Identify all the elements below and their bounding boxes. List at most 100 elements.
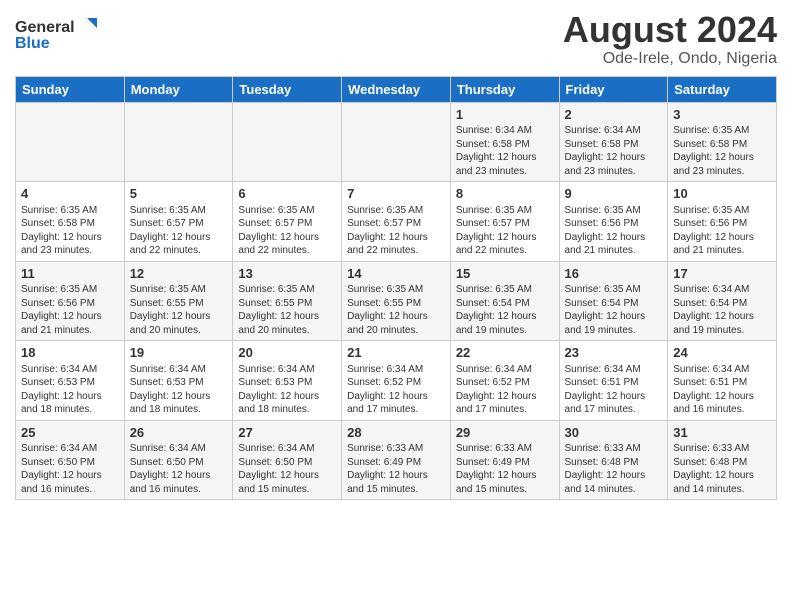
title-area: August 2024 Ode-Irele, Ondo, Nigeria bbox=[563, 10, 777, 68]
logo: General Blue bbox=[15, 10, 105, 55]
day-number: 7 bbox=[347, 185, 445, 203]
day-number: 28 bbox=[347, 424, 445, 442]
table-row: 20Sunrise: 6:34 AM Sunset: 6:53 PM Dayli… bbox=[233, 341, 342, 421]
day-number: 13 bbox=[238, 265, 336, 283]
table-row: 14Sunrise: 6:35 AM Sunset: 6:55 PM Dayli… bbox=[342, 261, 451, 341]
table-row bbox=[233, 102, 342, 182]
calendar-week-row: 11Sunrise: 6:35 AM Sunset: 6:56 PM Dayli… bbox=[16, 261, 777, 341]
day-info: Sunrise: 6:35 AM Sunset: 6:56 PM Dayligh… bbox=[673, 204, 771, 258]
table-row: 24Sunrise: 6:34 AM Sunset: 6:51 PM Dayli… bbox=[668, 341, 777, 421]
table-row: 30Sunrise: 6:33 AM Sunset: 6:48 PM Dayli… bbox=[559, 420, 668, 500]
calendar-header-row: Sunday Monday Tuesday Wednesday Thursday… bbox=[16, 76, 777, 102]
logo-svg: General Blue bbox=[15, 10, 105, 50]
table-row: 12Sunrise: 6:35 AM Sunset: 6:55 PM Dayli… bbox=[124, 261, 233, 341]
col-wednesday: Wednesday bbox=[342, 76, 451, 102]
table-row bbox=[124, 102, 233, 182]
day-number: 15 bbox=[456, 265, 554, 283]
day-info: Sunrise: 6:35 AM Sunset: 6:57 PM Dayligh… bbox=[347, 204, 445, 258]
day-number: 27 bbox=[238, 424, 336, 442]
col-tuesday: Tuesday bbox=[233, 76, 342, 102]
svg-text:General: General bbox=[15, 19, 75, 36]
table-row: 28Sunrise: 6:33 AM Sunset: 6:49 PM Dayli… bbox=[342, 420, 451, 500]
day-number: 26 bbox=[130, 424, 228, 442]
day-info: Sunrise: 6:35 AM Sunset: 6:57 PM Dayligh… bbox=[238, 204, 336, 258]
day-number: 21 bbox=[347, 344, 445, 362]
day-number: 4 bbox=[21, 185, 119, 203]
calendar-week-row: 18Sunrise: 6:34 AM Sunset: 6:53 PM Dayli… bbox=[16, 341, 777, 421]
day-info: Sunrise: 6:35 AM Sunset: 6:56 PM Dayligh… bbox=[565, 204, 663, 258]
day-info: Sunrise: 6:34 AM Sunset: 6:52 PM Dayligh… bbox=[456, 363, 554, 417]
day-number: 19 bbox=[130, 344, 228, 362]
day-number: 23 bbox=[565, 344, 663, 362]
col-saturday: Saturday bbox=[668, 76, 777, 102]
table-row: 19Sunrise: 6:34 AM Sunset: 6:53 PM Dayli… bbox=[124, 341, 233, 421]
month-title: August 2024 bbox=[563, 10, 777, 50]
table-row: 31Sunrise: 6:33 AM Sunset: 6:48 PM Dayli… bbox=[668, 420, 777, 500]
day-number: 8 bbox=[456, 185, 554, 203]
day-info: Sunrise: 6:35 AM Sunset: 6:54 PM Dayligh… bbox=[565, 283, 663, 337]
day-number: 2 bbox=[565, 106, 663, 124]
table-row: 11Sunrise: 6:35 AM Sunset: 6:56 PM Dayli… bbox=[16, 261, 125, 341]
day-info: Sunrise: 6:34 AM Sunset: 6:53 PM Dayligh… bbox=[130, 363, 228, 417]
location: Ode-Irele, Ondo, Nigeria bbox=[563, 50, 777, 68]
table-row: 16Sunrise: 6:35 AM Sunset: 6:54 PM Dayli… bbox=[559, 261, 668, 341]
table-row: 9Sunrise: 6:35 AM Sunset: 6:56 PM Daylig… bbox=[559, 182, 668, 262]
table-row: 23Sunrise: 6:34 AM Sunset: 6:51 PM Dayli… bbox=[559, 341, 668, 421]
calendar-week-row: 1Sunrise: 6:34 AM Sunset: 6:58 PM Daylig… bbox=[16, 102, 777, 182]
calendar-body: 1Sunrise: 6:34 AM Sunset: 6:58 PM Daylig… bbox=[16, 102, 777, 500]
table-row bbox=[16, 102, 125, 182]
table-row: 7Sunrise: 6:35 AM Sunset: 6:57 PM Daylig… bbox=[342, 182, 451, 262]
table-row bbox=[342, 102, 451, 182]
day-info: Sunrise: 6:35 AM Sunset: 6:57 PM Dayligh… bbox=[456, 204, 554, 258]
col-friday: Friday bbox=[559, 76, 668, 102]
day-number: 5 bbox=[130, 185, 228, 203]
day-info: Sunrise: 6:33 AM Sunset: 6:48 PM Dayligh… bbox=[673, 442, 771, 496]
table-row: 8Sunrise: 6:35 AM Sunset: 6:57 PM Daylig… bbox=[450, 182, 559, 262]
day-info: Sunrise: 6:34 AM Sunset: 6:51 PM Dayligh… bbox=[565, 363, 663, 417]
table-row: 18Sunrise: 6:34 AM Sunset: 6:53 PM Dayli… bbox=[16, 341, 125, 421]
day-info: Sunrise: 6:34 AM Sunset: 6:53 PM Dayligh… bbox=[21, 363, 119, 417]
page-header: General Blue August 2024 Ode-Irele, Ondo… bbox=[15, 10, 777, 68]
day-info: Sunrise: 6:35 AM Sunset: 6:55 PM Dayligh… bbox=[347, 283, 445, 337]
table-row: 2Sunrise: 6:34 AM Sunset: 6:58 PM Daylig… bbox=[559, 102, 668, 182]
day-number: 16 bbox=[565, 265, 663, 283]
day-number: 31 bbox=[673, 424, 771, 442]
day-info: Sunrise: 6:34 AM Sunset: 6:58 PM Dayligh… bbox=[456, 124, 554, 178]
day-info: Sunrise: 6:34 AM Sunset: 6:50 PM Dayligh… bbox=[130, 442, 228, 496]
table-row: 17Sunrise: 6:34 AM Sunset: 6:54 PM Dayli… bbox=[668, 261, 777, 341]
day-info: Sunrise: 6:35 AM Sunset: 6:55 PM Dayligh… bbox=[130, 283, 228, 337]
svg-text:Blue: Blue bbox=[15, 35, 50, 50]
day-number: 24 bbox=[673, 344, 771, 362]
table-row: 15Sunrise: 6:35 AM Sunset: 6:54 PM Dayli… bbox=[450, 261, 559, 341]
day-number: 3 bbox=[673, 106, 771, 124]
table-row: 1Sunrise: 6:34 AM Sunset: 6:58 PM Daylig… bbox=[450, 102, 559, 182]
table-row: 4Sunrise: 6:35 AM Sunset: 6:58 PM Daylig… bbox=[16, 182, 125, 262]
table-row: 5Sunrise: 6:35 AM Sunset: 6:57 PM Daylig… bbox=[124, 182, 233, 262]
day-number: 10 bbox=[673, 185, 771, 203]
day-number: 25 bbox=[21, 424, 119, 442]
day-info: Sunrise: 6:35 AM Sunset: 6:58 PM Dayligh… bbox=[673, 124, 771, 178]
day-info: Sunrise: 6:35 AM Sunset: 6:55 PM Dayligh… bbox=[238, 283, 336, 337]
day-number: 30 bbox=[565, 424, 663, 442]
logo-general-text: General Blue bbox=[15, 10, 105, 55]
table-row: 3Sunrise: 6:35 AM Sunset: 6:58 PM Daylig… bbox=[668, 102, 777, 182]
day-info: Sunrise: 6:33 AM Sunset: 6:48 PM Dayligh… bbox=[565, 442, 663, 496]
day-number: 12 bbox=[130, 265, 228, 283]
day-number: 18 bbox=[21, 344, 119, 362]
table-row: 6Sunrise: 6:35 AM Sunset: 6:57 PM Daylig… bbox=[233, 182, 342, 262]
day-number: 20 bbox=[238, 344, 336, 362]
day-number: 29 bbox=[456, 424, 554, 442]
day-number: 1 bbox=[456, 106, 554, 124]
day-info: Sunrise: 6:35 AM Sunset: 6:54 PM Dayligh… bbox=[456, 283, 554, 337]
day-info: Sunrise: 6:34 AM Sunset: 6:54 PM Dayligh… bbox=[673, 283, 771, 337]
day-info: Sunrise: 6:33 AM Sunset: 6:49 PM Dayligh… bbox=[456, 442, 554, 496]
table-row: 13Sunrise: 6:35 AM Sunset: 6:55 PM Dayli… bbox=[233, 261, 342, 341]
table-row: 27Sunrise: 6:34 AM Sunset: 6:50 PM Dayli… bbox=[233, 420, 342, 500]
table-row: 22Sunrise: 6:34 AM Sunset: 6:52 PM Dayli… bbox=[450, 341, 559, 421]
day-info: Sunrise: 6:35 AM Sunset: 6:56 PM Dayligh… bbox=[21, 283, 119, 337]
day-info: Sunrise: 6:34 AM Sunset: 6:50 PM Dayligh… bbox=[21, 442, 119, 496]
col-monday: Monday bbox=[124, 76, 233, 102]
day-info: Sunrise: 6:34 AM Sunset: 6:52 PM Dayligh… bbox=[347, 363, 445, 417]
day-number: 17 bbox=[673, 265, 771, 283]
day-info: Sunrise: 6:35 AM Sunset: 6:58 PM Dayligh… bbox=[21, 204, 119, 258]
